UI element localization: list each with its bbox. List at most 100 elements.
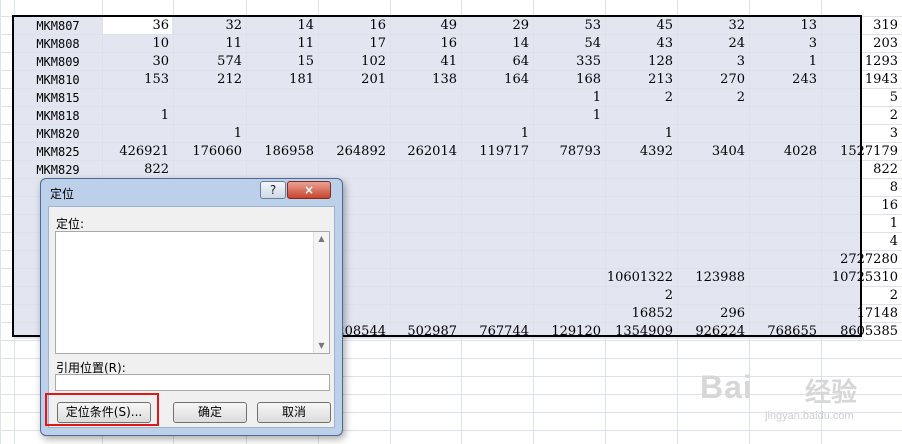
- value-cell[interactable]: 14: [246, 17, 314, 35]
- value-cell[interactable]: 264892: [318, 143, 386, 161]
- value-cell[interactable]: [749, 125, 817, 143]
- value-cell[interactable]: 10725310: [821, 269, 898, 287]
- value-cell[interactable]: 2: [677, 89, 745, 107]
- value-cell[interactable]: 767744: [461, 323, 529, 341]
- row-label-cell[interactable]: MKM820: [14, 125, 102, 143]
- value-cell[interactable]: 11: [173, 35, 242, 53]
- value-cell[interactable]: [677, 197, 745, 215]
- value-cell[interactable]: 203: [821, 35, 898, 53]
- value-cell[interactable]: [749, 215, 817, 233]
- cancel-button[interactable]: 取消: [257, 402, 331, 423]
- value-cell[interactable]: 270: [677, 71, 745, 89]
- value-cell[interactable]: 2727280: [821, 251, 898, 269]
- value-cell[interactable]: 201: [318, 71, 386, 89]
- value-cell[interactable]: 4: [821, 233, 898, 251]
- value-cell[interactable]: [749, 179, 817, 197]
- value-cell[interactable]: 13: [749, 17, 817, 35]
- value-cell[interactable]: [390, 251, 457, 269]
- value-cell[interactable]: 319: [821, 17, 898, 35]
- value-cell[interactable]: [390, 89, 457, 107]
- value-cell[interactable]: 8605385: [821, 323, 898, 341]
- value-cell[interactable]: 54: [533, 35, 601, 53]
- value-cell[interactable]: 2: [605, 287, 673, 305]
- value-cell[interactable]: 926224: [677, 323, 745, 341]
- value-cell[interactable]: 426921: [102, 143, 169, 161]
- value-cell[interactable]: [749, 161, 817, 179]
- value-cell[interactable]: 36: [102, 17, 169, 35]
- value-cell[interactable]: 15: [246, 53, 314, 71]
- value-cell[interactable]: [677, 107, 745, 125]
- value-cell[interactable]: [533, 251, 601, 269]
- value-cell[interactable]: 41: [390, 53, 457, 71]
- value-cell[interactable]: 1293: [821, 53, 898, 71]
- value-cell[interactable]: [533, 125, 601, 143]
- value-cell[interactable]: [677, 233, 745, 251]
- value-cell[interactable]: 296: [677, 305, 745, 323]
- value-cell[interactable]: 119717: [461, 143, 529, 161]
- value-cell[interactable]: [749, 287, 817, 305]
- value-cell[interactable]: [605, 179, 673, 197]
- value-cell[interactable]: 4028: [749, 143, 817, 161]
- value-cell[interactable]: 128: [605, 53, 673, 71]
- value-cell[interactable]: [246, 161, 314, 179]
- value-cell[interactable]: 29: [461, 17, 529, 35]
- value-cell[interactable]: 1: [173, 125, 242, 143]
- value-cell[interactable]: 5: [821, 89, 898, 107]
- value-cell[interactable]: [461, 233, 529, 251]
- row-label-cell[interactable]: MKM829: [14, 161, 102, 179]
- value-cell[interactable]: 822: [102, 161, 169, 179]
- value-cell[interactable]: 168: [533, 71, 601, 89]
- value-cell[interactable]: [318, 161, 386, 179]
- value-cell[interactable]: 138: [390, 71, 457, 89]
- value-cell[interactable]: [461, 197, 529, 215]
- value-cell[interactable]: [677, 215, 745, 233]
- value-cell[interactable]: [677, 251, 745, 269]
- ok-button[interactable]: 确定: [173, 402, 247, 423]
- value-cell[interactable]: [533, 269, 601, 287]
- value-cell[interactable]: 16: [318, 17, 386, 35]
- value-cell[interactable]: [246, 125, 314, 143]
- value-cell[interactable]: [390, 233, 457, 251]
- value-cell[interactable]: 3: [677, 53, 745, 71]
- value-cell[interactable]: 17148: [821, 305, 898, 323]
- value-cell[interactable]: [390, 215, 457, 233]
- value-cell[interactable]: 3: [821, 125, 898, 143]
- value-cell[interactable]: [173, 89, 242, 107]
- value-cell[interactable]: 11: [246, 35, 314, 53]
- value-cell[interactable]: [461, 287, 529, 305]
- scroll-up-icon[interactable]: ▲: [314, 232, 329, 246]
- value-cell[interactable]: 30: [102, 53, 169, 71]
- row-label-cell[interactable]: MKM818: [14, 107, 102, 125]
- value-cell[interactable]: [533, 179, 601, 197]
- value-cell[interactable]: [605, 107, 673, 125]
- value-cell[interactable]: 176060: [173, 143, 242, 161]
- value-cell[interactable]: [390, 107, 457, 125]
- value-cell[interactable]: 574: [173, 53, 242, 71]
- value-cell[interactable]: [318, 107, 386, 125]
- value-cell[interactable]: 3404: [677, 143, 745, 161]
- value-cell[interactable]: 1354909: [605, 323, 673, 341]
- value-cell[interactable]: [533, 161, 601, 179]
- value-cell[interactable]: 1943: [821, 71, 898, 89]
- row-label-cell[interactable]: MKM807: [14, 17, 102, 35]
- row-label-cell[interactable]: MKM809: [14, 53, 102, 71]
- value-cell[interactable]: [605, 215, 673, 233]
- value-cell[interactable]: [533, 287, 601, 305]
- help-button[interactable]: ?: [260, 181, 286, 199]
- value-cell[interactable]: 123988: [677, 269, 745, 287]
- value-cell[interactable]: 822: [821, 161, 898, 179]
- value-cell[interactable]: [461, 89, 529, 107]
- value-cell[interactable]: [318, 89, 386, 107]
- value-cell[interactable]: 186958: [246, 143, 314, 161]
- value-cell[interactable]: 1: [533, 89, 601, 107]
- value-cell[interactable]: [390, 305, 457, 323]
- value-cell[interactable]: 32: [173, 17, 242, 35]
- value-cell[interactable]: 768655: [749, 323, 817, 341]
- row-label-cell[interactable]: MKM825: [14, 143, 102, 161]
- value-cell[interactable]: 78793: [533, 143, 601, 161]
- value-cell[interactable]: 17: [318, 35, 386, 53]
- value-cell[interactable]: [102, 125, 169, 143]
- value-cell[interactable]: 16: [390, 35, 457, 53]
- value-cell[interactable]: 1: [533, 107, 601, 125]
- value-cell[interactable]: [605, 197, 673, 215]
